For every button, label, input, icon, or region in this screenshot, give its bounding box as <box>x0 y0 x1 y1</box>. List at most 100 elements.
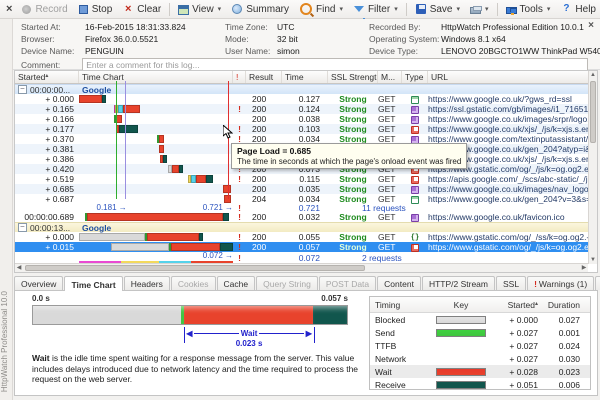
scroll-left-icon[interactable]: ◀ <box>15 264 23 272</box>
page-group-header[interactable]: –00:00:13...Google <box>15 222 588 232</box>
timing-name: Network <box>370 354 432 364</box>
receive-segment <box>179 165 183 173</box>
receive-segment <box>102 95 106 103</box>
time-chart-panel: 0.0 s 0.057 s ◀Wait▶ 0.023 s Wait is the… <box>14 291 598 396</box>
collapse-icon[interactable]: – <box>18 223 27 232</box>
group-page-name: Google <box>82 85 111 95</box>
tab-content[interactable]: Content <box>377 276 421 290</box>
toolbar-close-button[interactable]: × <box>2 3 16 15</box>
request-row[interactable]: + 0.1662000.038StrongGEThttps://www.goog… <box>15 114 588 124</box>
column-header-time[interactable]: Time <box>282 71 328 83</box>
wait-segment <box>159 135 164 143</box>
column-header-method[interactable]: M... <box>378 71 402 83</box>
tab-comment[interactable]: Comment <box>595 276 600 290</box>
column-header-type[interactable]: Type <box>402 71 428 83</box>
filter-button[interactable]: Filter▾ <box>348 3 403 16</box>
tab-cookies[interactable]: Cookies <box>171 276 216 290</box>
column-header-warning[interactable]: ! <box>233 71 246 83</box>
wait-segment <box>172 165 179 173</box>
column-header-url[interactable]: URL <box>428 71 590 83</box>
timing-started: + 0.027 <box>490 341 538 351</box>
chevron-down-icon: ▾ <box>218 5 222 13</box>
info-close-icon[interactable]: × <box>588 20 594 31</box>
clear-button[interactable]: ×Clear <box>117 2 166 16</box>
view-button[interactable]: View▾ <box>173 3 226 16</box>
timing-key <box>432 368 490 376</box>
timing-column-header-duration: Duration <box>538 300 586 310</box>
filter-icon <box>354 6 364 12</box>
save-button[interactable]: Save▾ <box>410 2 465 16</box>
receive-segment <box>313 306 347 324</box>
find-button[interactable]: Find▾ <box>294 1 348 17</box>
info-field-label: Recorded By: <box>369 22 441 32</box>
help-button[interactable]: ?Help▾ <box>555 2 600 16</box>
request-row[interactable]: + 0.177!2000.103StrongGEThttps://www.goo… <box>15 124 588 134</box>
column-header-time-chart[interactable]: Time Chart <box>79 71 233 83</box>
mouse-cursor <box>223 125 233 142</box>
summary-button[interactable]: Summary <box>226 2 294 16</box>
timing-name: Send <box>370 328 432 338</box>
summary-icon <box>232 4 242 14</box>
chevron-down-icon: ▾ <box>547 5 551 13</box>
request-row[interactable]: + 0.000!2000.055StrongGET{}https://www.g… <box>15 232 588 242</box>
tab-ssl[interactable]: SSL <box>496 276 526 290</box>
receive-segment <box>206 175 212 183</box>
tab-time-chart[interactable]: Time Chart <box>64 276 122 291</box>
tab-overview[interactable]: Overview <box>14 276 63 290</box>
scroll-right-icon[interactable]: ▶ <box>580 264 588 272</box>
wait-segment <box>224 195 231 203</box>
tab-http-2-stream[interactable]: HTTP/2 Stream <box>422 276 495 290</box>
stop-button[interactable]: Stop <box>73 3 118 16</box>
request-row[interactable]: + 0.015!2000.057StrongGEThttps://www.gst… <box>15 242 588 252</box>
scroll-down-icon[interactable]: ▼ <box>589 256 597 264</box>
request-row[interactable]: + 0.0002000.127StrongGEThttps://www.goog… <box>15 94 588 104</box>
request-row[interactable]: + 0.519!2000.115StrongGEThttps://apis.go… <box>15 174 588 184</box>
record-icon <box>22 5 31 14</box>
httpwatch-window: { "colors": { "wait": "#e8432c", "receiv… <box>0 0 600 400</box>
column-header-ssl-strength[interactable]: SSL Strength <box>328 71 378 83</box>
app-sidebar-tab[interactable]: HttpWatch Professional 10.0 <box>0 19 13 400</box>
info-field-label: User Name: <box>225 46 277 56</box>
receive-segment <box>199 233 203 241</box>
tab-headers[interactable]: Headers <box>124 276 170 290</box>
request-row[interactable]: 00:00:00.689!2000.032StrongGEThttps://ww… <box>15 212 588 222</box>
tab-post-data[interactable]: POST Data <box>319 276 376 290</box>
request-row[interactable]: + 0.6852000.035StrongGEThttps://www.goog… <box>15 184 588 194</box>
timing-key <box>432 329 490 337</box>
wait-segment <box>87 213 223 221</box>
timing-duration: 0.023 <box>538 367 586 377</box>
info-field-value: 16-Feb-2015 18:31:33.824 <box>85 22 186 32</box>
tab-warnings-1-[interactable]: !Warnings (1) <box>527 276 594 290</box>
column-header-started[interactable]: Started▴ <box>15 71 79 83</box>
page-group-header[interactable]: –00:00:00...Google <box>15 84 588 94</box>
column-header-result[interactable]: Result <box>246 71 282 83</box>
info-field-label: Device Type: <box>369 46 441 56</box>
tooltip-text: The time in seconds at which the page's … <box>237 157 461 166</box>
print-button[interactable]: ▾ <box>465 3 494 15</box>
blocked-segment <box>111 243 169 251</box>
wait-segment <box>147 233 199 241</box>
scroll-up-icon[interactable]: ▲ <box>589 71 597 79</box>
tab-cache[interactable]: Cache <box>217 276 256 290</box>
timing-column-header-started[interactable]: Started▴ <box>490 300 538 310</box>
info-field-label: Started At: <box>21 22 85 32</box>
script-icon <box>411 126 419 134</box>
info-field-value: 32 bit <box>277 34 298 44</box>
group-start-time: 00:00:00... <box>30 85 82 95</box>
page-icon <box>411 196 419 204</box>
tab-label: HTTP/2 Stream <box>429 279 488 289</box>
info-field-value: HttpWatch Professional Edition 10.0.1 <box>441 22 584 32</box>
horizontal-scrollbar[interactable]: ◀ ▶ <box>15 263 588 272</box>
view-icon <box>178 5 189 15</box>
scale-end-label: 0.057 s <box>32 294 348 303</box>
record-label: Record <box>35 4 67 15</box>
info-field-value: UTC <box>277 22 294 32</box>
tab-label: Warnings (1) <box>539 279 587 289</box>
tools-button[interactable]: Tools▾ <box>501 3 556 16</box>
tab-query-string[interactable]: Query String <box>256 276 318 290</box>
timing-key <box>432 316 490 324</box>
timing-duration: 0.030 <box>538 354 586 364</box>
vertical-scrollbar[interactable]: ▲ ▼ <box>588 71 597 264</box>
collapse-icon[interactable]: – <box>18 85 27 94</box>
request-row[interactable]: + 0.165!2000.124StrongGEThttps://ssl.gst… <box>15 104 588 114</box>
